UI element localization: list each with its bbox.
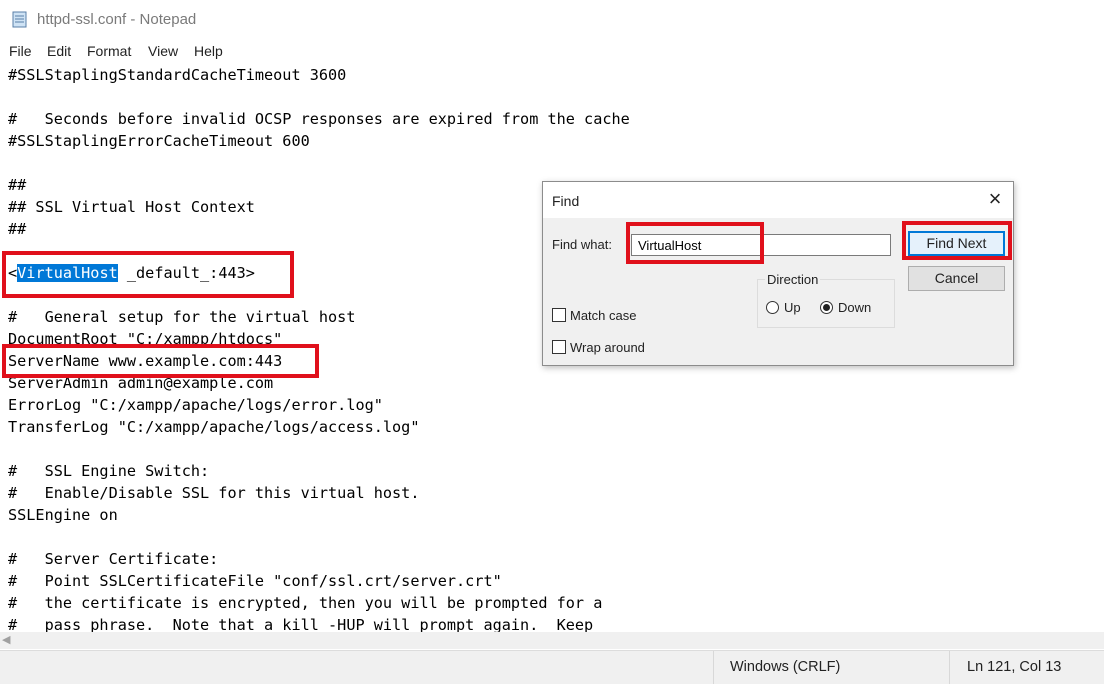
match-case-label[interactable]: Match case (570, 308, 636, 323)
horizontal-scrollbar[interactable]: ◀ (0, 632, 1104, 649)
scroll-left-icon[interactable]: ◀ (2, 633, 10, 646)
code-line: # Seconds before invalid OCSP responses … (8, 110, 630, 128)
code-line: ErrorLog "C:/xampp/apache/logs/error.log… (8, 396, 383, 414)
wrap-around-label[interactable]: Wrap around (570, 340, 645, 355)
code-line: TransferLog "C:/xampp/apache/logs/access… (8, 418, 420, 436)
highlight-box-virtualhost (2, 251, 294, 298)
menu-bar: File Edit Format View Help (0, 40, 1104, 62)
highlight-box-find-next (902, 221, 1012, 260)
code-line: # General setup for the virtual host (8, 308, 356, 326)
code-line: ## (8, 176, 27, 194)
notepad-icon (12, 11, 27, 28)
code-line: #SSLStaplingErrorCacheTimeout 600 (8, 132, 310, 150)
menu-help[interactable]: Help (194, 43, 223, 59)
direction-label: Direction (765, 272, 821, 287)
code-line: # SSL Engine Switch: (8, 462, 210, 480)
menu-edit[interactable]: Edit (47, 43, 71, 59)
find-dialog-title: Find (552, 193, 580, 209)
match-case-checkbox[interactable] (552, 308, 566, 322)
status-bar: Windows (CRLF) Ln 121, Col 13 (0, 650, 1104, 684)
find-dialog: Find × Find what: VirtualHost Find Next … (542, 181, 1014, 366)
close-icon[interactable]: × (983, 188, 1007, 212)
direction-up-radio[interactable] (766, 301, 779, 314)
window-titlebar: httpd-ssl.conf - Notepad (0, 0, 1104, 40)
code-line: SSLEngine on (8, 506, 118, 524)
window-title: httpd-ssl.conf - Notepad (37, 11, 197, 28)
cancel-button[interactable]: Cancel (908, 266, 1005, 291)
find-dialog-titlebar: Find × (543, 182, 1013, 218)
code-line: #SSLStaplingStandardCacheTimeout 3600 (8, 66, 347, 84)
highlight-box-find-input (626, 222, 764, 264)
highlight-box-servername (2, 344, 319, 378)
status-cursor-position: Ln 121, Col 13 (967, 659, 1062, 675)
code-line: # Enable/Disable SSL for this virtual ho… (8, 484, 420, 502)
menu-format[interactable]: Format (87, 43, 131, 59)
direction-down-radio[interactable] (820, 301, 833, 314)
status-line-ending: Windows (CRLF) (730, 659, 841, 675)
status-divider (713, 651, 714, 684)
code-line: ## (8, 220, 27, 238)
code-line: ## SSL Virtual Host Context (8, 198, 255, 216)
direction-up-label[interactable]: Up (784, 300, 801, 315)
direction-down-label[interactable]: Down (838, 300, 871, 315)
code-line: # the certificate is encrypted, then you… (8, 594, 603, 612)
code-line: # pass phrase. Note that a kill -HUP wil… (8, 616, 594, 632)
status-divider (949, 651, 950, 684)
code-line: # Server Certificate: (8, 550, 219, 568)
menu-file[interactable]: File (9, 43, 32, 59)
find-what-label: Find what: (552, 237, 612, 252)
menu-view[interactable]: View (148, 43, 178, 59)
code-line: # Point SSLCertificateFile "conf/ssl.crt… (8, 572, 502, 590)
wrap-around-checkbox[interactable] (552, 340, 566, 354)
